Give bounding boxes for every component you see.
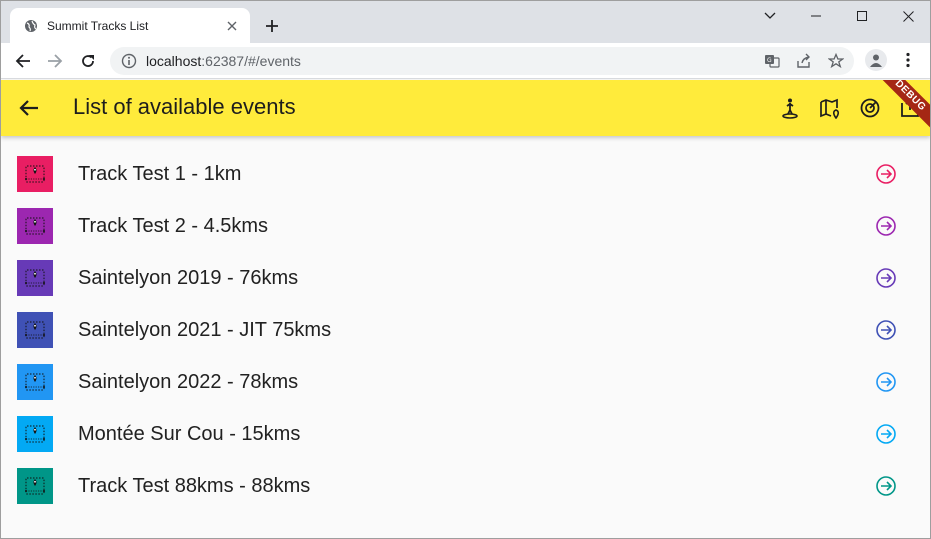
- list-item-5[interactable]: Montée Sur Cou - 15kms: [1, 396, 930, 452]
- minimize-icon[interactable]: [747, 1, 793, 31]
- list-item-3[interactable]: Saintelyon 2021 - JIT 75kms: [1, 292, 930, 348]
- arrow-circle-right-icon[interactable]: [875, 319, 897, 341]
- list-item-label: Saintelyon 2019 - 76kms: [78, 267, 299, 289]
- url-text[interactable]: localhost:62387/#/events: [146, 53, 301, 69]
- tab-title: Summit Tracks List: [47, 18, 149, 33]
- maximize-icon[interactable]: [839, 1, 885, 31]
- arrow-circle-right-icon[interactable]: [875, 371, 897, 393]
- reload-icon[interactable]: [76, 49, 100, 73]
- browser-toolbar: localhost:62387/#/events G: [1, 43, 930, 79]
- arrow-circle-right-icon[interactable]: [875, 215, 897, 237]
- target-icon[interactable]: [858, 96, 882, 120]
- kebab-menu-icon[interactable]: [899, 51, 917, 69]
- route-map-icon: [17, 364, 53, 400]
- route-map-icon: [17, 468, 53, 504]
- address-bar[interactable]: localhost:62387/#/events G: [110, 47, 854, 75]
- list-item-label: Saintelyon 2021 - JIT 75kms: [78, 319, 332, 341]
- page-title: List of available events: [73, 94, 296, 119]
- route-map-icon: [17, 312, 53, 348]
- list-item-label: Track Test 88kms - 88kms: [78, 475, 311, 497]
- star-icon[interactable]: [826, 51, 846, 71]
- list-item-label: Saintelyon 2022 - 78kms: [78, 371, 299, 393]
- arrow-circle-right-icon[interactable]: [875, 423, 897, 445]
- route-map-icon: [17, 208, 53, 244]
- route-map-icon: [17, 260, 53, 296]
- arrow-left-icon[interactable]: [17, 96, 41, 120]
- url-path: :62387/#/events: [201, 53, 301, 69]
- profile-icon[interactable]: [865, 49, 887, 71]
- list-item-1[interactable]: Track Test 2 - 4.5kms: [1, 188, 930, 244]
- hiker-pin-icon[interactable]: [778, 96, 802, 120]
- list-item-4[interactable]: Saintelyon 2022 - 78kms: [1, 344, 930, 400]
- globe-icon: [24, 19, 38, 33]
- arrow-left-icon[interactable]: [11, 49, 35, 73]
- list-item-0[interactable]: Track Test 1 - 1km: [1, 136, 930, 192]
- tab-strip: Summit Tracks List: [1, 1, 930, 43]
- info-icon[interactable]: [121, 53, 137, 69]
- browser-tab[interactable]: Summit Tracks List: [10, 8, 250, 43]
- close-icon[interactable]: [222, 16, 242, 36]
- app-bar: List of available events DEBUG: [1, 80, 930, 136]
- share-icon[interactable]: [794, 51, 814, 71]
- arrow-circle-right-icon[interactable]: [875, 267, 897, 289]
- plus-icon[interactable]: [261, 15, 283, 37]
- arrow-circle-right-icon[interactable]: [875, 163, 897, 185]
- map-pin-icon[interactable]: [818, 96, 842, 120]
- svg-text:G: G: [767, 57, 772, 64]
- browser-window: Summit Tracks List localhost:62387/#/eve…: [0, 0, 931, 539]
- translate-icon[interactable]: G: [762, 51, 782, 71]
- arrow-right-icon[interactable]: [43, 49, 67, 73]
- close-window-icon[interactable]: [885, 1, 930, 31]
- list-item-2[interactable]: Saintelyon 2019 - 76kms: [1, 240, 930, 296]
- url-host: localhost: [146, 53, 202, 69]
- list-item-label: Track Test 1 - 1km: [78, 163, 242, 185]
- events-list: Track Test 1 - 1km Track Test 2 - 4.5kms…: [1, 136, 930, 504]
- list-item-6[interactable]: Track Test 88kms - 88kms: [1, 448, 930, 504]
- route-map-icon: [17, 416, 53, 452]
- route-map-icon: [17, 156, 53, 192]
- list-item-label: Montée Sur Cou - 15kms: [78, 423, 301, 445]
- arrow-circle-right-icon[interactable]: [875, 475, 897, 497]
- list-item-label: Track Test 2 - 4.5kms: [78, 215, 269, 237]
- minimize-window-icon[interactable]: [793, 1, 839, 31]
